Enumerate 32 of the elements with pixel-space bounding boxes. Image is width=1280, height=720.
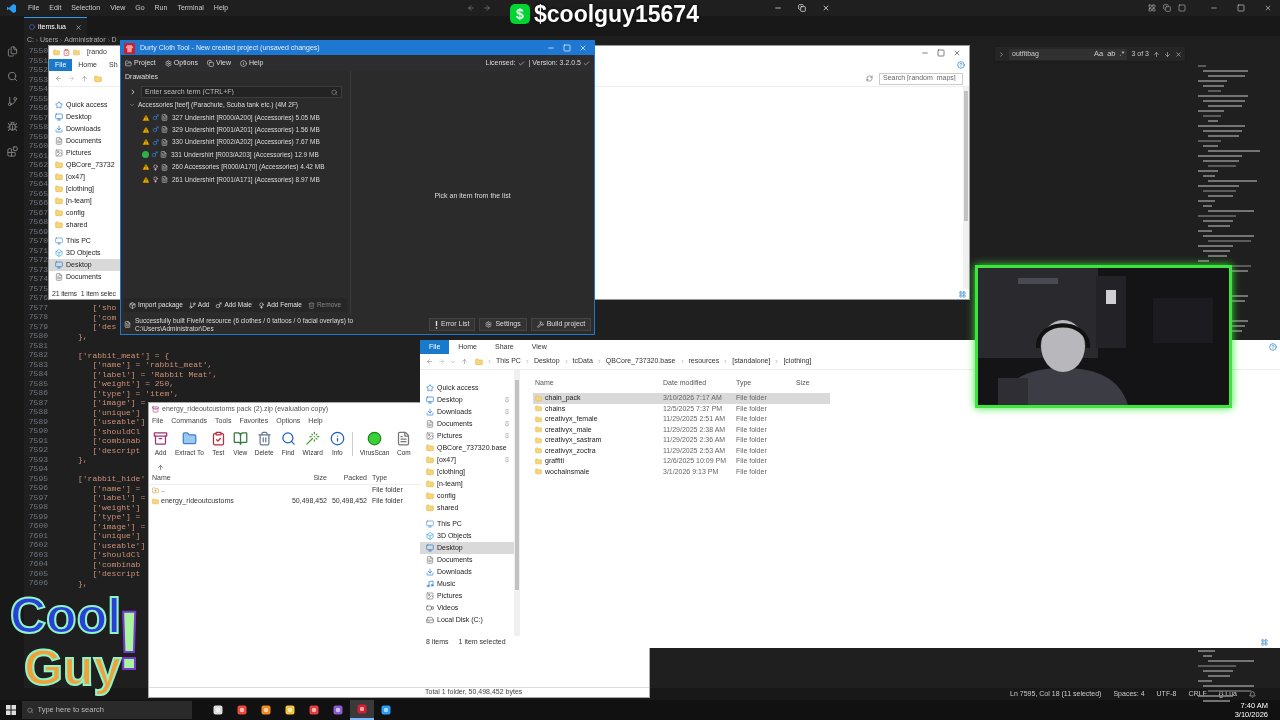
code-line: ['rabbit_hide'	[78, 474, 146, 484]
code-line: ['image'] =	[91, 398, 146, 408]
line-number: 7606	[27, 577, 48, 590]
code-line: ['useable']	[91, 540, 146, 550]
code-line: ['name'] =	[91, 483, 141, 493]
code-line: ['sho	[91, 303, 117, 313]
code-line: },	[78, 578, 88, 588]
cash-logo: $	[510, 4, 530, 24]
code-line: ['descript	[91, 445, 141, 455]
code-line: ['unique']	[91, 407, 141, 417]
code-line: ['weight']	[91, 502, 141, 512]
stream-handle: $coolguy15674	[534, 1, 699, 27]
code-line: ['shouldCl	[91, 550, 141, 560]
code-line: ['unique']	[91, 531, 141, 541]
logo-word: Guy	[24, 642, 122, 694]
code-line: ['label'] = 'Rabbit Meat',	[91, 369, 218, 379]
code-line: ['useable']	[91, 417, 146, 427]
code-line: ['image'] =	[91, 521, 146, 531]
code-line: ['shouldCl	[91, 426, 141, 436]
code-line: ['rabbit_meat'] = {	[78, 350, 170, 360]
code-line: ['label'] =	[91, 493, 146, 503]
code-line: ['des	[91, 322, 117, 332]
code-line: ['weight'] = 250,	[91, 379, 174, 389]
code-line: ['descript	[91, 569, 141, 579]
code-line: ['combinab	[91, 436, 141, 446]
code-line: ['name'] = 'rabbit_meat',	[91, 360, 213, 370]
code-line: },	[78, 331, 88, 341]
code-line: ['combinab	[91, 559, 141, 569]
code-line: },	[78, 455, 88, 465]
code-line: ['type'] =	[91, 512, 141, 522]
code-line: ['type'] = 'item',	[91, 388, 179, 398]
code-line: ['com	[91, 312, 117, 322]
